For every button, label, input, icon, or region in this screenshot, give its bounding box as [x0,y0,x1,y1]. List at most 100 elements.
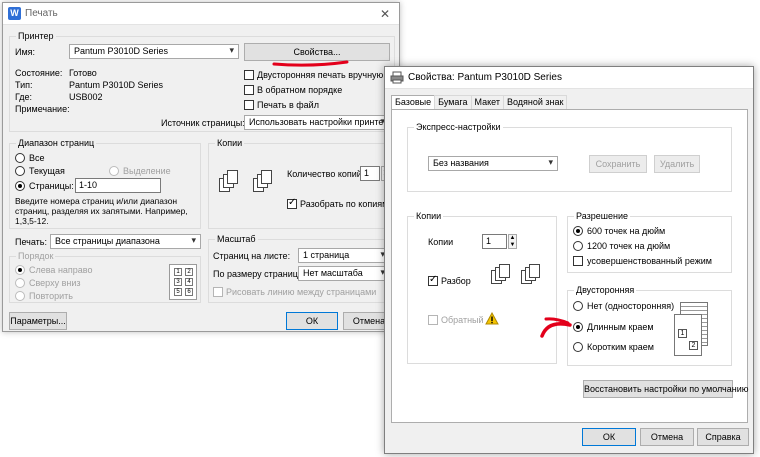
tab-paper[interactable]: Бумага [434,95,472,109]
duplex-manual-label: Двусторонняя печать вручную [257,70,384,80]
page-range-group-label: Диапазон страниц [16,138,97,148]
order-lr-label: Слева направо [29,265,93,275]
collate-preview-icon [215,166,275,212]
copies-count-input[interactable]: 1 [360,166,380,181]
props-collate-label: Разбор [441,276,471,286]
props-ok-button[interactable]: ОК [582,428,636,446]
duplex-long-radio[interactable] [573,322,583,332]
collate-sets-icon [489,262,551,292]
properties-titlebar: Свойства: Pantum P3010D Series [385,67,753,89]
order-group-label: Порядок [16,251,56,261]
fit-to-page-label: По размеру страницы: [213,269,307,279]
res-600-label: 600 точек на дюйм [587,226,666,236]
print-what-select[interactable]: Все страницы диапазона [50,234,201,249]
print-what-label: Печать: [15,237,47,247]
print-to-file-label: Печать в файл [257,100,319,110]
order-lr-radio[interactable] [15,265,25,275]
annotation-arrow [540,317,572,338]
props-copies-label: Копии [414,211,444,221]
props-collate-checkbox[interactable] [428,274,438,286]
props-reverse-label: Обратный [441,315,484,325]
range-selection-radio[interactable] [109,166,119,176]
word-app-icon: W [8,7,21,20]
print-dialog-titlebar: W Печать ✕ [3,3,399,25]
type-label: Тип: [15,80,33,90]
tab-basic[interactable]: Базовые [391,95,436,110]
props-help-button[interactable]: Справка [697,428,749,446]
paper-source-select[interactable]: Использовать настройки принтера [244,115,390,130]
props-reverse-checkbox[interactable] [428,315,438,325]
status-label: Состояние: [15,68,63,78]
warning-icon [485,312,499,325]
restore-defaults-button[interactable]: Восстановить настройки по умолчанию [583,380,749,398]
range-all-radio[interactable] [15,153,25,163]
range-current-radio[interactable] [15,166,25,176]
range-current-label: Текущая [29,166,65,176]
draw-borders-label: Рисовать линию между страницами [226,287,377,297]
pages-per-sheet-label: Страниц на листе: [213,251,291,261]
order-repeat-label: Повторить [29,291,73,301]
res-enhanced-checkbox[interactable] [573,256,583,266]
paper-source-label: Источник страницы: [161,118,245,128]
express-save-button[interactable]: Сохранить [589,155,647,173]
comment-label: Примечание: [15,104,70,114]
resolution-label: Разрешение [574,211,630,221]
order-tb-label: Сверху вниз [29,278,81,288]
range-all-label: Все [29,153,45,163]
pages-per-sheet-select[interactable]: 1 страница [298,248,390,263]
res-1200-radio[interactable] [573,241,583,251]
order-repeat-radio[interactable] [15,291,25,301]
duplex-preview-icon: 1 2 [672,302,712,358]
props-copies-input[interactable]: 1 [482,234,507,249]
print-ok-button[interactable]: ОК [286,312,338,330]
status-value: Готово [69,68,97,78]
copies-count-label: Количество копий: [287,169,365,179]
express-settings-label: Экспресс-настройки [414,122,503,132]
tab-watermark[interactable]: Водяной знак [502,95,568,109]
close-icon[interactable]: ✕ [371,7,399,21]
res-600-radio[interactable] [573,226,583,236]
range-pages-radio[interactable] [15,181,25,191]
collate-checkbox[interactable] [287,197,297,209]
range-pages-label: Страницы: [29,181,74,191]
props-copies-count-label: Копии [428,237,454,247]
res-1200-label: 1200 точек на дюйм [587,241,671,251]
print-to-file-checkbox[interactable] [244,100,254,110]
basic-tab-panel: Экспресс-настройки Без названия Сохранит… [391,109,749,423]
where-label: Где: [15,92,33,102]
properties-dialog: Свойства: Pantum P3010D Series Базовые Б… [384,66,754,454]
duplex-long-label: Длинным краем [587,322,654,332]
printer-name-select[interactable]: Pantum P3010D Series [69,44,239,59]
props-cancel-button[interactable]: Отмена [640,428,694,446]
options-button[interactable]: Параметры... [9,312,67,330]
range-pages-input[interactable]: 1-10 [75,178,161,193]
props-copies-stepper[interactable]: ▲ ▼ [508,234,517,249]
duplex-none-radio[interactable] [573,301,583,311]
tab-layout[interactable]: Макет [470,95,504,109]
type-value: Pantum P3010D Series [69,80,164,90]
scale-group-label: Масштаб [215,234,258,244]
duplex-short-label: Коротким краем [587,342,654,352]
print-dialog-title: Печать [25,8,58,19]
copies-group-label: Копии [215,138,245,148]
res-enhanced-label: усовершенствованный режим [587,256,712,266]
range-selection-label: Выделение [123,166,171,176]
print-dialog: W Печать ✕ Принтер Имя: Pantum P3010D Se… [2,2,400,332]
printer-group-label: Принтер [16,31,56,41]
duplex-none-label: Нет (односторонняя) [587,301,675,311]
express-delete-button[interactable]: Удалить [654,155,700,173]
duplex-label: Двусторонняя [574,285,637,295]
reverse-order-checkbox[interactable] [244,85,254,95]
duplex-manual-checkbox[interactable] [244,70,254,80]
collate-label: Разобрать по копиям [300,199,389,209]
fit-to-page-select[interactable]: Нет масштаба [298,266,390,281]
order-tb-radio[interactable] [15,278,25,288]
properties-title: Свойства: Pantum P3010D Series [408,72,562,83]
express-settings-select[interactable]: Без названия [428,156,558,171]
duplex-short-radio[interactable] [573,342,583,352]
printer-name-label: Имя: [15,47,36,57]
reverse-order-label: В обратном порядке [257,85,343,95]
where-value: USB002 [69,92,103,102]
draw-borders-checkbox[interactable] [213,287,223,297]
printer-icon [390,71,404,84]
